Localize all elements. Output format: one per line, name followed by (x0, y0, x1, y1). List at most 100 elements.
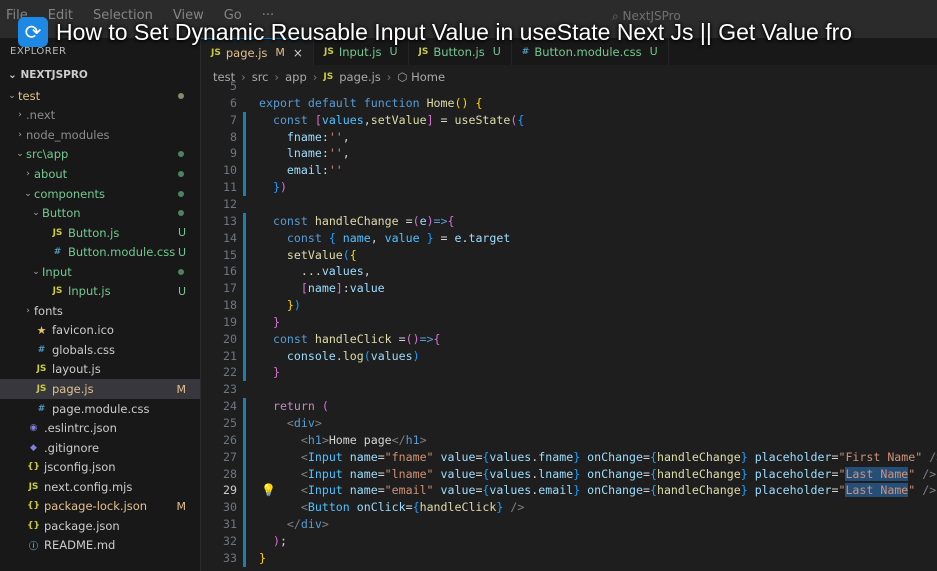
git-change-marker (243, 246, 246, 264)
file-item[interactable]: ★ favicon.ico (0, 321, 200, 341)
code-line[interactable]: 22 } (201, 364, 937, 382)
tree-item-label: node_modules (26, 127, 110, 142)
chevron-right-icon: › (26, 305, 30, 316)
line-number: 8 (230, 129, 237, 144)
file-item[interactable]: # globals.css (0, 340, 200, 360)
folder-item[interactable]: › fonts (0, 301, 200, 321)
code-line[interactable]: 20 const handleClick =()=>{ (201, 330, 937, 348)
line-number: 12 (223, 196, 237, 211)
file-item[interactable]: JS Input.js U (0, 282, 200, 302)
code-line[interactable]: 28 <Input name="lname" value={values.lna… (201, 465, 937, 483)
code-line[interactable]: 27 <Input name="fname" value={values.fna… (201, 448, 937, 466)
chevron-right-icon: › (18, 110, 22, 121)
tree-item-label: components (34, 186, 106, 201)
code-line[interactable]: 29 💡 <Input name="email" value={values.em… (201, 482, 937, 500)
line-number: 28 (223, 466, 237, 481)
code-line[interactable]: 15 setValue({ (201, 246, 937, 264)
code-text: return ( (272, 399, 329, 414)
file-item[interactable]: JS page.js M (0, 379, 200, 399)
project-header[interactable]: ⌄ NEXTJSPRO (8, 69, 88, 81)
status-dot (178, 210, 184, 217)
json-file-icon: {} (27, 462, 40, 473)
code-line[interactable]: 24 return ( (201, 398, 937, 416)
code-text: <h1>Home page</h1> (300, 432, 427, 447)
folder-item[interactable]: ⌄ Button (0, 203, 200, 223)
git-status-badge: M (176, 499, 187, 513)
code-text: email:'' (286, 163, 343, 178)
code-line[interactable]: 23 (201, 381, 937, 398)
js-file-icon: JS (36, 364, 47, 375)
folder-item[interactable]: ⌄ src\app (0, 145, 200, 165)
code-line[interactable]: 19 } (201, 313, 937, 331)
code-line[interactable]: 14 const { name, value } = e.target (201, 229, 937, 247)
tree-item-label: jsconfig.json (44, 460, 116, 475)
code-text: <div> (286, 416, 322, 430)
file-item[interactable]: {} package-lock.json M (0, 497, 200, 517)
file-item[interactable]: ◉ .eslintrc.json (0, 418, 200, 438)
chevron-right-icon: › (18, 129, 22, 140)
code-line[interactable]: 12 (201, 196, 937, 213)
code-line[interactable]: 18 }) (201, 297, 937, 315)
code-line[interactable]: 10 email:'' (201, 162, 937, 180)
git-change-marker (243, 415, 246, 432)
file-item[interactable]: # Button.module.css U (0, 242, 200, 262)
tree-item-label: src\app (26, 147, 69, 162)
line-number: 25 (223, 416, 237, 430)
code-line[interactable]: 5 (201, 78, 937, 95)
git-change-marker (243, 549, 246, 567)
git-change-marker (243, 398, 246, 416)
git-change-marker (243, 516, 246, 534)
folder-item[interactable]: › .next (0, 106, 200, 126)
code-line[interactable]: 25 <div> (201, 415, 937, 432)
code-line[interactable]: 30 <Button onClick={handleClick} /> (201, 499, 937, 517)
file-item[interactable]: ⓘ README.md (0, 536, 200, 556)
git-change-marker (243, 364, 246, 382)
file-item[interactable]: # page.module.css (0, 399, 200, 419)
code-text: const handleClick =()=>{ (272, 331, 441, 346)
code-line[interactable]: 9 lname:'', (201, 145, 937, 163)
code-line[interactable]: 32 ); (201, 532, 937, 550)
code-line[interactable]: 31 </div> (201, 516, 937, 534)
file-item[interactable]: ◆ .gitignore (0, 438, 200, 458)
code-line[interactable]: 8 fname:'', (201, 128, 937, 146)
tree-item-label: next.config.mjs (44, 479, 133, 494)
folder-item[interactable]: › node_modules (0, 125, 200, 145)
code-text: }) (286, 298, 301, 313)
code-line[interactable]: 6 export default function Home() { (201, 95, 937, 112)
code-editor[interactable]: 5 6 export default function Home() {7 cons… (201, 79, 937, 571)
git-status-badge: M (176, 382, 187, 396)
folder-item[interactable]: ⌄ Input (0, 262, 200, 282)
code-line[interactable]: 11 }) (201, 179, 937, 197)
code-line[interactable]: 21 console.log(values) (201, 347, 937, 365)
file-item[interactable]: {} jsconfig.json (0, 457, 200, 477)
info-file-icon: ⓘ (28, 541, 38, 552)
folder-item[interactable]: ⌄ test (0, 86, 200, 106)
git-change-marker (243, 128, 246, 146)
status-dot (178, 190, 184, 197)
line-number: 15 (223, 247, 237, 262)
code-text: <Input name="lname" value={values.lname}… (300, 466, 937, 481)
code-line[interactable]: 7 const [values,setValue] = useState({ (201, 111, 937, 129)
code-text: <Button onClick={handleClick} /> (300, 500, 525, 515)
file-item[interactable]: {} package.json (0, 516, 200, 536)
file-item[interactable]: JS next.config.mjs (0, 477, 200, 497)
code-text: console.log(values) (286, 348, 420, 363)
code-line[interactable]: 33} (201, 549, 937, 567)
code-text: ); (272, 533, 287, 548)
line-number: 21 (223, 348, 237, 363)
folder-item[interactable]: › about (0, 164, 200, 184)
css-file-icon: # (37, 403, 46, 414)
refresh-logo-icon: ⟳ (18, 17, 48, 47)
code-line[interactable]: 17 [name]:value (201, 280, 937, 298)
code-line[interactable]: 13 const handleChange =(e)=>{ (201, 212, 937, 230)
tree-item-label: .gitignore (44, 440, 100, 455)
line-number: 22 (223, 365, 237, 380)
file-item[interactable]: JS layout.js (0, 360, 200, 380)
file-item[interactable]: JS Button.js U (0, 223, 200, 243)
code-line[interactable]: 16 ...values, (201, 263, 937, 281)
project-name: NEXTJSPRO (20, 69, 88, 81)
folder-item[interactable]: ⌄ components (0, 184, 200, 204)
tree-item-label: favicon.ico (52, 323, 114, 338)
tree-item-label: Input (42, 264, 72, 279)
code-line[interactable]: 26 <h1>Home page</h1> (201, 431, 937, 449)
